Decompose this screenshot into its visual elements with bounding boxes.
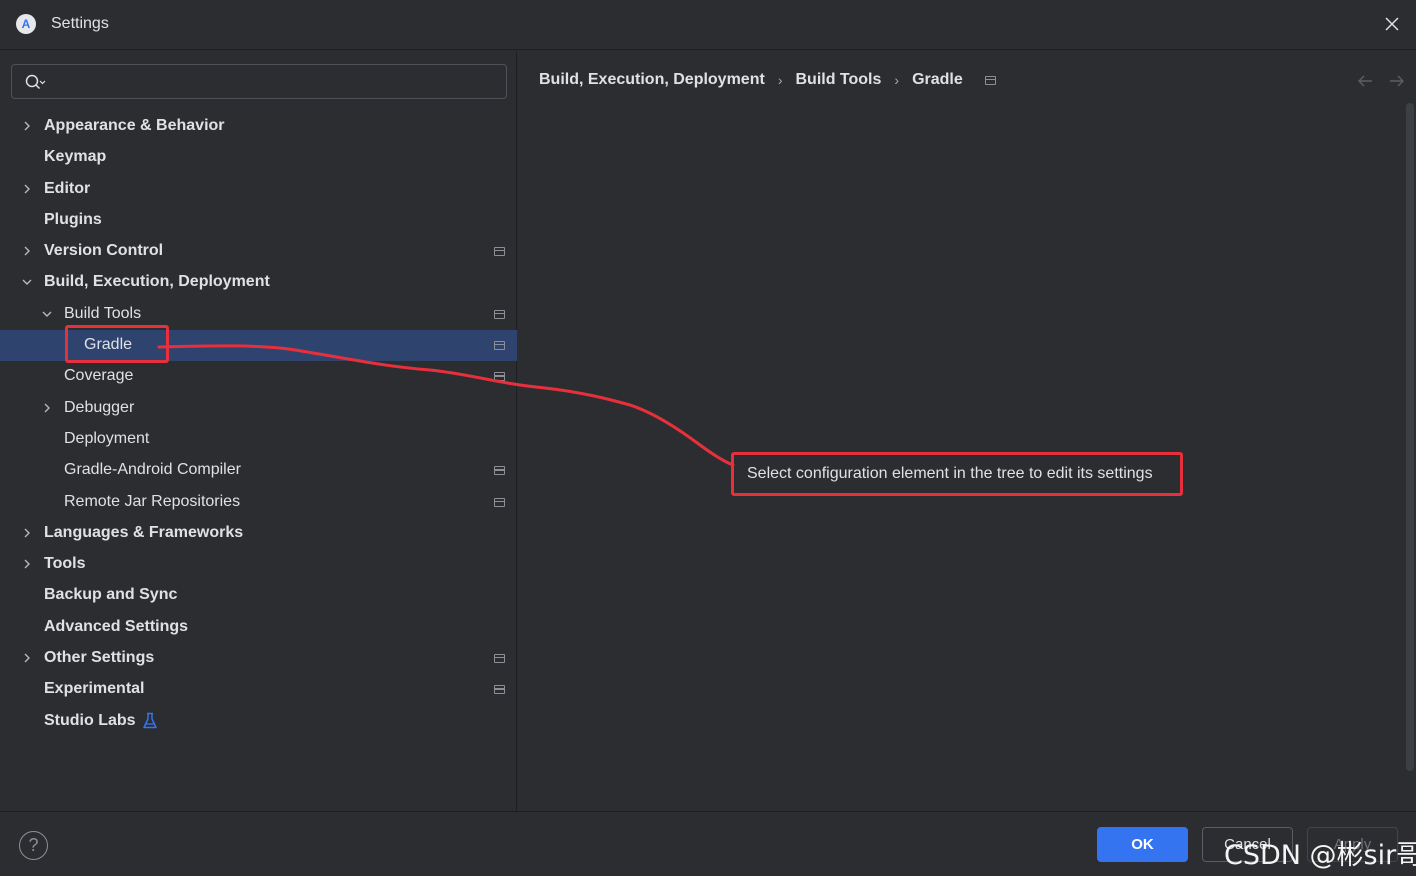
chevron-right-icon[interactable] [21,558,33,570]
tree-item-editor[interactable]: Editor [0,174,517,205]
project-level-icon [984,75,996,85]
tree-item-label: Other Settings [44,649,155,667]
project-level-icon [494,654,505,664]
ok-button[interactable]: OK [1097,827,1188,862]
watermark: CSDN @彬sir哥 [1224,840,1416,871]
tree-item-coverage[interactable]: Coverage [0,361,517,392]
gradle-annotation-box [65,325,169,363]
chevron-right-icon[interactable] [21,527,33,539]
tree-item-version-control[interactable]: Version Control [0,236,517,267]
tree-item-debugger[interactable]: Debugger [0,393,517,424]
flask-icon [143,712,157,728]
tree-item-remote-jar-repositories[interactable]: Remote Jar Repositories [0,487,517,518]
hint-annotation-box: Select configuration element in the tree… [731,452,1183,496]
chevron-right-icon[interactable] [41,402,53,414]
breadcrumb-separator: › [894,72,900,88]
window-title: Settings [51,15,109,32]
chevron-down-icon[interactable] [41,308,53,320]
tree-item-label: Studio Labs [44,711,136,729]
chevron-right-icon[interactable] [21,183,33,195]
breadcrumb-separator: › [777,72,783,88]
tree-item-plugins[interactable]: Plugins [0,205,517,236]
project-level-icon [494,309,505,319]
tree-item-label: Plugins [44,210,102,228]
tree-item-label: Build Tools [64,304,142,322]
chevron-right-icon[interactable] [21,120,33,132]
breadcrumb-item[interactable]: Build, Execution, Deployment [539,71,765,89]
vertical-scrollbar[interactable] [1406,103,1414,771]
tree-item-backup-and-sync[interactable]: Backup and Sync [0,580,517,611]
tree-item-label: Editor [44,179,91,197]
title-bar: A Settings [0,0,1416,50]
settings-content: Build, Execution, Deployment › Build Too… [518,51,1416,811]
breadcrumb-item[interactable]: Build Tools [795,71,881,89]
project-level-icon [494,372,505,382]
search-field[interactable] [11,64,507,99]
tree-item-label: Debugger [64,398,135,416]
breadcrumb: Build, Execution, Deployment › Build Too… [539,71,996,89]
chevron-down-icon[interactable] [21,276,33,288]
tree-item-experimental[interactable]: Experimental [0,674,517,705]
dialog-footer: ? OK Cancel Apply CSDN @彬sir哥 [0,811,1416,876]
back-arrow-icon[interactable] [1356,73,1374,89]
project-level-icon [494,341,505,351]
search-icon[interactable] [24,73,46,91]
tree-item-label: Languages & Frameworks [44,523,244,541]
empty-state-hint: Select configuration element in the tree… [747,465,1153,482]
tree-item-label: Deployment [64,429,150,447]
chevron-right-icon[interactable] [21,245,33,257]
tree-item-label: Coverage [64,367,134,385]
tree-item-label: Keymap [44,148,107,166]
project-level-icon [494,466,505,476]
tree-item-keymap[interactable]: Keymap [0,142,517,173]
tree-item-label: Backup and Sync [44,586,178,604]
tree-item-label: Build, Execution, Deployment [44,273,270,291]
tree-item-deployment[interactable]: Deployment [0,424,517,455]
chevron-right-icon[interactable] [21,652,33,664]
tree-item-appearance-behavior[interactable]: Appearance & Behavior [0,111,517,142]
tree-item-gradle-android-compiler[interactable]: Gradle-Android Compiler [0,455,517,486]
tree-item-other-settings[interactable]: Other Settings [0,643,517,674]
project-level-icon [494,247,505,257]
tree-item-languages-frameworks[interactable]: Languages & Frameworks [0,518,517,549]
help-button[interactable]: ? [19,831,48,860]
project-level-icon [494,497,505,507]
settings-sidebar: Appearance & Behavior Keymap Editor Plug… [0,51,517,811]
tree-item-build-execution-deployment[interactable]: Build, Execution, Deployment [0,267,517,298]
forward-arrow-icon[interactable] [1388,73,1406,89]
tree-item-tools[interactable]: Tools [0,549,517,580]
tree-item-label: Advanced Settings [44,617,189,635]
search-input[interactable] [52,69,492,95]
settings-tree: Appearance & Behavior Keymap Editor Plug… [0,111,517,737]
breadcrumb-item: Gradle [912,71,963,88]
tree-item-label: Gradle-Android Compiler [64,461,241,479]
tree-item-label: Appearance & Behavior [44,117,225,134]
project-level-icon [494,685,505,695]
tree-item-studio-labs[interactable]: Studio Labs [0,706,517,737]
navigation-arrows [1356,73,1406,89]
tree-item-advanced-settings[interactable]: Advanced Settings [0,612,517,643]
tree-item-label: Tools [44,555,86,573]
tree-item-label: Version Control [44,242,164,260]
close-icon[interactable] [1380,12,1404,36]
android-studio-icon: A [16,14,36,34]
tree-item-label: Experimental [44,680,145,698]
tree-item-label: Remote Jar Repositories [64,492,241,510]
